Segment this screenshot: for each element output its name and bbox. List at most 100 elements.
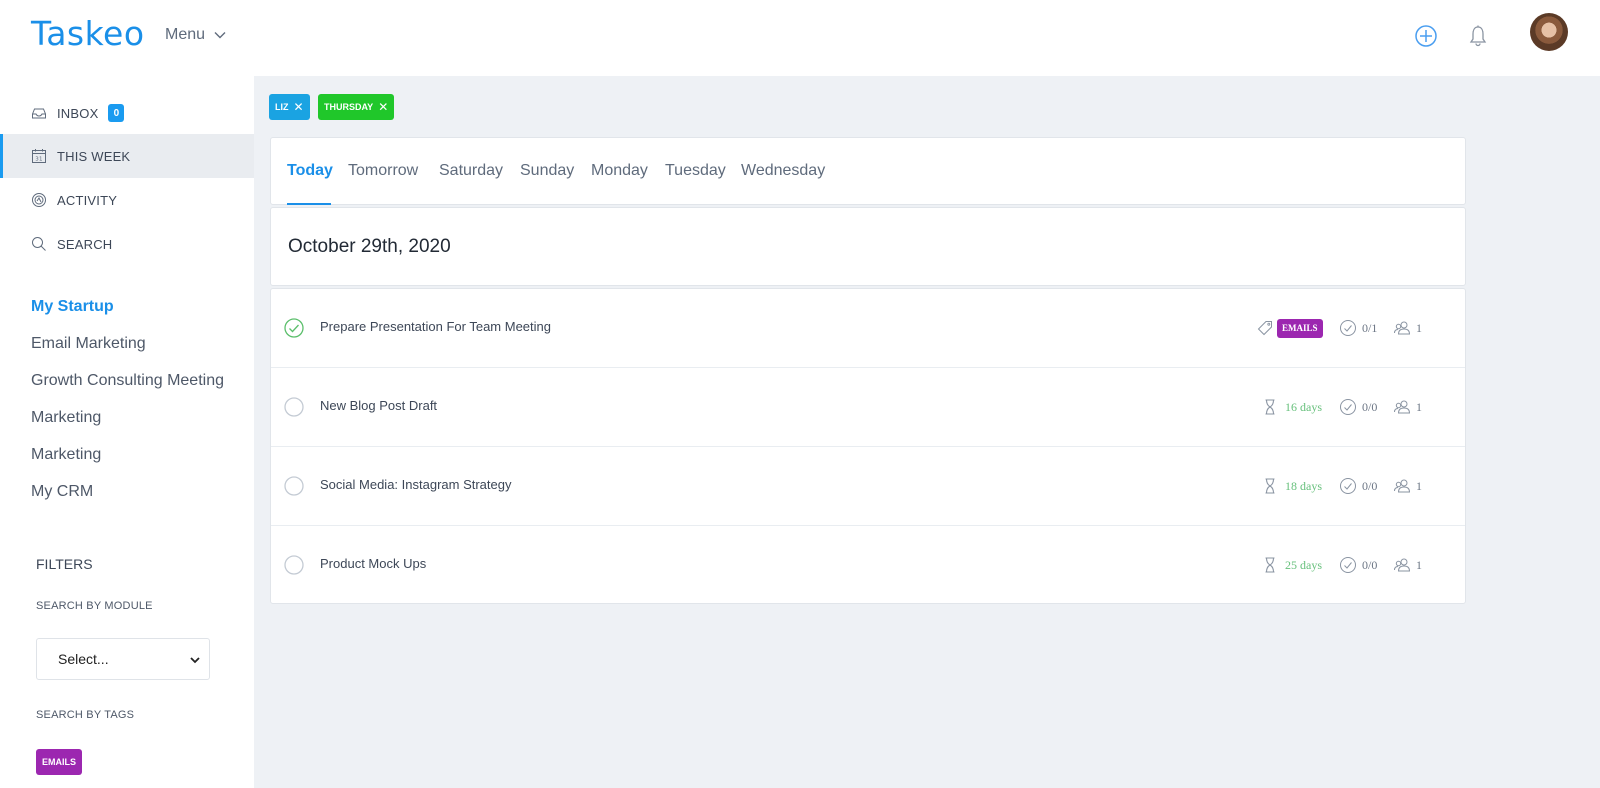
due-days: 25 days xyxy=(1285,557,1322,572)
day-tabs: Today Tomorrow Saturday Sunday Monday Tu… xyxy=(270,137,1466,205)
bell-icon[interactable] xyxy=(1464,22,1492,50)
sidebar-item-label: ACTIVITY xyxy=(57,192,118,208)
empty-circle-icon[interactable] xyxy=(283,396,305,418)
tag-icon xyxy=(1257,321,1272,336)
member-count: 1 xyxy=(1416,320,1422,335)
tab-tomorrow[interactable]: Tomorrow xyxy=(348,162,418,180)
menu-label: Menu xyxy=(165,26,206,43)
hourglass-icon xyxy=(1265,399,1275,415)
plus-circle-icon[interactable] xyxy=(1412,22,1440,50)
users-icon xyxy=(1394,479,1411,493)
due-days: 18 days xyxy=(1285,478,1322,493)
hourglass-icon xyxy=(1265,557,1275,573)
check-circle-icon[interactable] xyxy=(283,317,305,339)
task-subtasks: 0/1 xyxy=(1339,317,1377,339)
module-select[interactable]: Select... xyxy=(36,638,210,680)
member-count: 1 xyxy=(1416,478,1422,493)
filter-chip-thursday[interactable]: THURSDAY ✕ xyxy=(318,94,395,120)
task-subtasks: 0/0 xyxy=(1339,475,1377,497)
subtask-count: 0/0 xyxy=(1362,557,1378,572)
chip-label: THURSDAY xyxy=(324,102,374,112)
task-title[interactable]: Social Media: Instagram Strategy xyxy=(320,477,511,492)
task-members: 1 xyxy=(1393,317,1422,339)
filters-heading: FILTERS xyxy=(36,556,93,572)
sidebar-item-inbox[interactable]: INBOX 0 xyxy=(0,91,254,135)
task-tags: EMAILS xyxy=(1256,317,1323,339)
task-tag-emails[interactable]: EMAILS xyxy=(1277,318,1323,338)
inbox-count-badge: 0 xyxy=(108,104,125,122)
subtask-count: 0/1 xyxy=(1362,320,1378,335)
search-icon xyxy=(32,237,46,251)
filter-chip-liz[interactable]: LIZ ✕ xyxy=(269,94,310,120)
task-members: 1 xyxy=(1393,554,1422,576)
search-by-module-label: SEARCH BY MODULE xyxy=(36,600,153,612)
project-marketing-2[interactable]: Marketing xyxy=(31,446,101,464)
tab-today[interactable]: Today xyxy=(287,162,333,180)
empty-circle-icon[interactable] xyxy=(283,554,305,576)
project-marketing[interactable]: Marketing xyxy=(31,409,101,427)
user-avatar[interactable] xyxy=(1530,13,1568,51)
sidebar-item-search[interactable]: SEARCH xyxy=(0,222,254,266)
close-icon[interactable]: ✕ xyxy=(294,101,304,113)
task-title[interactable]: Prepare Presentation For Team Meeting xyxy=(320,319,551,334)
check-circle-icon xyxy=(1340,557,1356,573)
project-email-marketing[interactable]: Email Marketing xyxy=(31,335,146,353)
project-growth-consulting-meeting[interactable]: Growth Consulting Meeting xyxy=(31,372,224,390)
hourglass-icon xyxy=(1265,478,1275,494)
check-circle-icon xyxy=(1340,320,1356,336)
task-row[interactable]: New Blog Post Draft 16 days 0/0 1 xyxy=(271,368,1465,447)
task-row[interactable]: Social Media: Instagram Strategy 18 days… xyxy=(271,447,1465,526)
sidebar-item-label: THIS WEEK xyxy=(57,148,131,164)
sidebar-item-label: SEARCH xyxy=(57,236,113,252)
empty-circle-icon[interactable] xyxy=(283,475,305,497)
tab-tuesday[interactable]: Tuesday xyxy=(665,162,726,180)
task-members: 1 xyxy=(1393,475,1422,497)
due-days: 16 days xyxy=(1285,399,1322,414)
inbox-icon xyxy=(32,108,46,119)
task-due: 16 days xyxy=(1261,396,1322,418)
task-due: 18 days xyxy=(1261,475,1322,497)
tab-wednesday[interactable]: Wednesday xyxy=(741,162,825,180)
task-list: Prepare Presentation For Team Meeting EM… xyxy=(270,288,1466,604)
task-title[interactable]: Product Mock Ups xyxy=(320,556,426,571)
sidebar-item-label: INBOX xyxy=(57,105,99,121)
task-title[interactable]: New Blog Post Draft xyxy=(320,398,437,413)
calendar-icon: 31 xyxy=(32,149,46,163)
check-circle-icon xyxy=(1340,399,1356,415)
users-icon xyxy=(1394,321,1411,335)
task-subtasks: 0/0 xyxy=(1339,554,1377,576)
member-count: 1 xyxy=(1416,557,1422,572)
sidebar-item-this-week[interactable]: 31 THIS WEEK xyxy=(0,134,254,178)
active-tab-indicator xyxy=(287,203,331,205)
top-header: Taskeo Menu xyxy=(0,0,1600,76)
svg-text:31: 31 xyxy=(35,157,42,163)
menu-dropdown[interactable]: Menu xyxy=(165,26,227,44)
sidebar-item-activity[interactable]: ACTIVITY xyxy=(0,178,254,222)
chevron-down-icon xyxy=(190,657,200,664)
subtask-count: 0/0 xyxy=(1362,399,1378,414)
tab-monday[interactable]: Monday xyxy=(591,162,648,180)
chip-label: LIZ xyxy=(275,102,289,112)
tab-saturday[interactable]: Saturday xyxy=(439,162,503,180)
member-count: 1 xyxy=(1416,399,1422,414)
sidebar: INBOX 0 31 THIS WEEK ACTIVITY SEARCH My … xyxy=(0,76,254,788)
task-subtasks: 0/0 xyxy=(1339,396,1377,418)
task-row[interactable]: Prepare Presentation For Team Meeting EM… xyxy=(271,289,1465,368)
chevron-down-icon xyxy=(214,32,226,39)
users-icon xyxy=(1394,400,1411,414)
project-my-crm[interactable]: My CRM xyxy=(31,483,93,501)
users-icon xyxy=(1394,558,1411,572)
tab-sunday[interactable]: Sunday xyxy=(520,162,574,180)
tag-filter-emails[interactable]: EMAILS xyxy=(36,749,83,775)
task-members: 1 xyxy=(1393,396,1422,418)
task-row[interactable]: Product Mock Ups 25 days 0/0 1 xyxy=(271,526,1465,605)
task-due: 25 days xyxy=(1261,554,1322,576)
activity-icon xyxy=(32,193,46,207)
subtask-count: 0/0 xyxy=(1362,478,1378,493)
check-circle-icon xyxy=(1340,478,1356,494)
date-header-card: October 29th, 2020 xyxy=(270,207,1466,286)
close-icon[interactable]: ✕ xyxy=(378,101,388,113)
date-heading: October 29th, 2020 xyxy=(288,236,451,257)
project-my-startup[interactable]: My Startup xyxy=(31,298,114,316)
app-logo[interactable]: Taskeo xyxy=(31,14,145,53)
